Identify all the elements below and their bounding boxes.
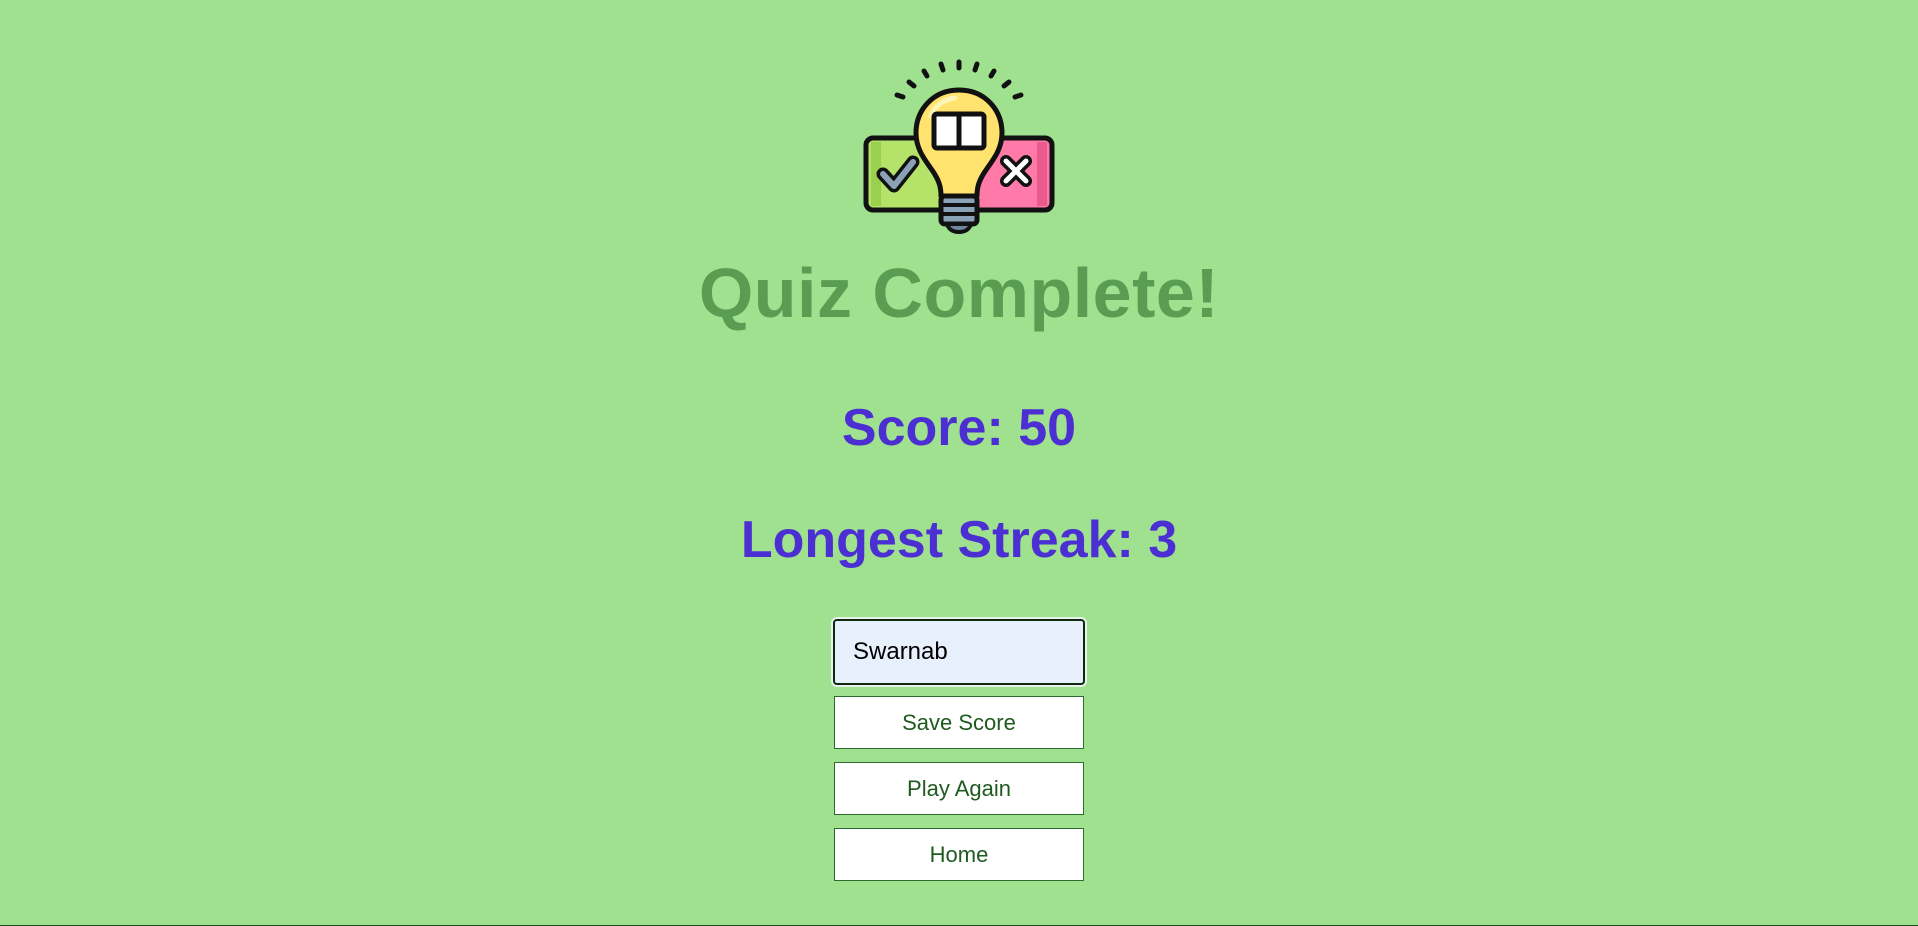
play-again-button[interactable]: Play Again — [834, 762, 1084, 815]
page-title: Quiz Complete! — [698, 254, 1220, 332]
home-button[interactable]: Home — [834, 828, 1084, 881]
lightbulb-quiz-icon — [861, 56, 1057, 234]
username-input[interactable] — [833, 619, 1085, 685]
save-score-button[interactable]: Save Score — [834, 696, 1084, 749]
score-text: Score: 50 — [841, 399, 1077, 457]
quiz-end-screen: Quiz Complete! Score: 50 Longest Streak:… — [0, 0, 1918, 925]
longest-streak-text: Longest Streak: 3 — [740, 511, 1178, 569]
